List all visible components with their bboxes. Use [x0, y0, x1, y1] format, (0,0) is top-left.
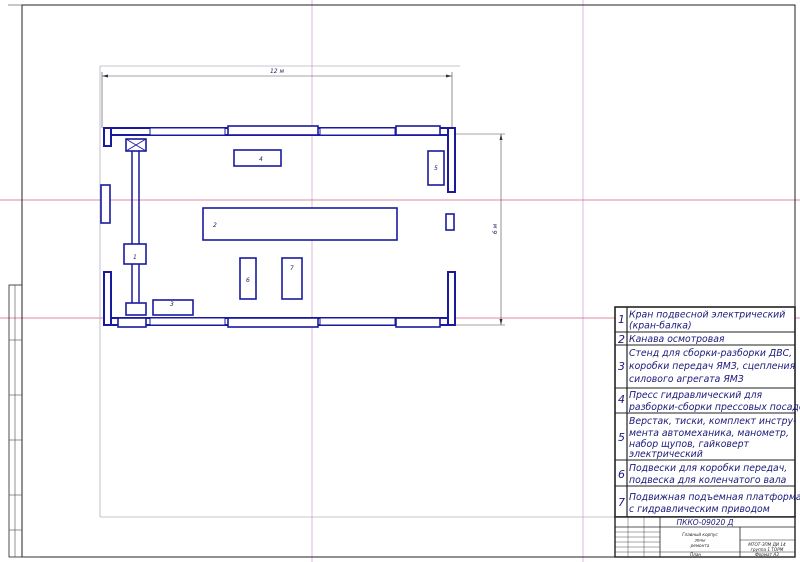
dimension-width: 12 м	[101, 68, 453, 128]
label-7: 7	[290, 265, 294, 272]
legend-text-7a: Подвижная подъемная платформа	[629, 492, 800, 503]
legend-num-6: 6	[618, 468, 625, 481]
legend-text-4a: Пресс гидравлический для	[629, 390, 763, 401]
legend-text-6a: Подвески для коробки передач,	[629, 463, 787, 474]
technical-drawing: 12 м 6 м 1 2 3 4 5 6 7 1 Кран подвесной …	[0, 0, 800, 562]
equipment-legend: 1 Кран подвесной электрический (кран-бал…	[614, 306, 800, 518]
lift-platform: 7	[281, 257, 303, 300]
side-door-right	[445, 213, 455, 231]
legend-num-3: 3	[618, 360, 625, 373]
legend-num-1: 1	[618, 313, 625, 326]
dim-height-text: 6 м	[492, 223, 499, 234]
inspection-pit: 2	[202, 207, 398, 241]
dimension-height: 6 м	[456, 133, 505, 326]
title-line-2: зоны	[695, 538, 707, 543]
legend-text-7b: с гидравлическим приводом	[629, 504, 770, 515]
legend-text-4b: разборки-сборки прессовых посадок	[628, 402, 800, 413]
assembly-stand: 3	[152, 299, 194, 316]
legend-num-2: 2	[618, 333, 625, 346]
workbench: 5	[427, 150, 445, 186]
legend-text-2a: Канава осмотровая	[629, 334, 725, 345]
doc-code: ПККО-09020 Д	[676, 518, 733, 527]
legend-text-1a: Кран подвесной электрический	[629, 310, 785, 321]
legend-text-1b: (кран-балка)	[629, 321, 692, 332]
hydraulic-press: 4	[233, 149, 282, 167]
legend-num-5: 5	[618, 431, 625, 444]
sheet-format: Формат А3	[755, 552, 779, 557]
label-3: 3	[170, 301, 174, 308]
dim-width-text: 12 м	[270, 68, 285, 75]
legend-num-4: 4	[618, 393, 625, 406]
legend-text-5d: электрический	[629, 449, 703, 460]
title-block: ПККО-09020 Д Главный корпус зоны ремонта…	[614, 516, 796, 558]
gearbox-hangers: 6	[239, 257, 257, 300]
label-6: 6	[246, 277, 250, 284]
title-line-3: ремонта	[690, 543, 710, 548]
side-door	[100, 184, 111, 224]
legend-text-6b: подвеска для коленчатого вала	[629, 475, 787, 486]
binding-strip	[8, 284, 23, 558]
legend-text-5a: Верстак, тиски, комплект инстру-	[629, 416, 797, 427]
crane-beam: 1	[123, 138, 147, 316]
legend-text-3b: коробки передач ЯМЗ, сцепления	[629, 361, 796, 372]
label-2: 2	[213, 222, 217, 229]
label-4: 4	[259, 156, 263, 163]
title-line-1: Главный корпус	[682, 532, 718, 537]
legend-text-3a: Стенд для сборки-разборки ДВС,	[629, 348, 792, 359]
legend-text-5b: мента автомеханика, манометр,	[629, 428, 789, 439]
legend-text-3c: силового агрегата ЯМЗ	[629, 374, 744, 385]
scale-note: План	[690, 552, 701, 557]
legend-num-7: 7	[618, 496, 625, 509]
label-1: 1	[133, 254, 137, 261]
label-5: 5	[434, 165, 438, 172]
